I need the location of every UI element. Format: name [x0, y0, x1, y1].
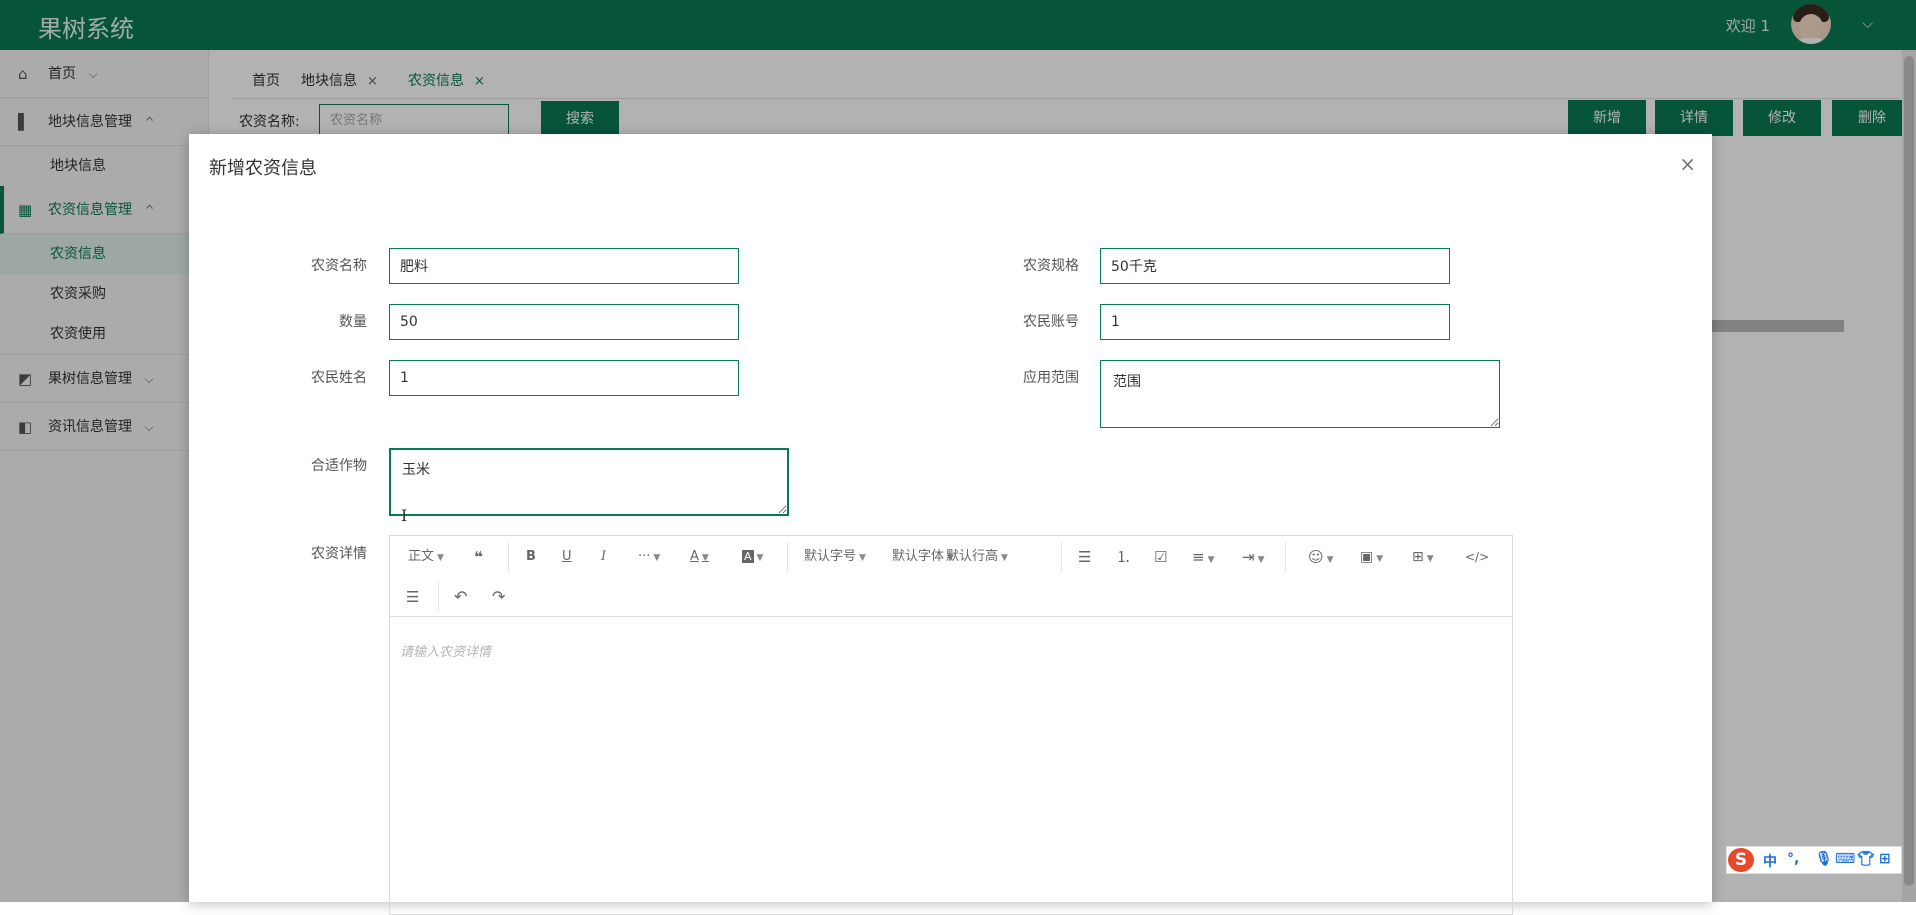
toolbar-separator: [1061, 542, 1062, 572]
numbered-list-icon[interactable]: ⒈: [1116, 542, 1131, 572]
scope-textarea[interactable]: 范围: [1100, 360, 1500, 428]
add-supplies-dialog: 新增农资信息 × 农资名称 农资规格 数量 农民账号 农民姓名 应用范围 范围 …: [189, 134, 1712, 915]
ime-toolbar[interactable]: S 中 °, 🎙︎ ⌨ 👕︎ ⊞: [1726, 846, 1902, 874]
farmer-name-label: 农民姓名: [311, 370, 367, 386]
sogou-logo-icon[interactable]: S: [1728, 848, 1754, 872]
caret-down-icon: ▼: [756, 553, 764, 563]
font-size-dropdown[interactable]: 默认字号 ▼: [804, 542, 866, 572]
farmer-name-input[interactable]: [389, 360, 739, 396]
crops-label: 合适作物: [311, 458, 367, 474]
redo-icon[interactable]: ↷: [492, 582, 505, 612]
code-icon[interactable]: </>: [1465, 542, 1489, 572]
name-label: 农资名称: [311, 258, 367, 274]
quantity-label: 数量: [339, 314, 367, 330]
caret-down-icon: ▼: [701, 553, 709, 563]
crops-textarea[interactable]: 玉米: [389, 448, 789, 516]
indent-dropdown[interactable]: ⇥ ▼: [1242, 542, 1265, 572]
caret-down-icon: ▼: [1207, 555, 1215, 565]
font-family-label: 默认字体: [892, 549, 945, 564]
ime-punctuation-toggle[interactable]: °,: [1787, 851, 1799, 867]
caret-down-icon: ▼: [1001, 553, 1008, 563]
caret-down-icon: ▼: [1326, 555, 1334, 565]
caret-down-icon: ▼: [1376, 554, 1384, 564]
scope-label: 应用范围: [1023, 370, 1079, 386]
spec-label: 农资规格: [1023, 258, 1079, 274]
rich-text-editor: 正文 ▼ ❝ B U I ··· ▼ A ▼ A ▼ 默认字号 ▼ 默认字体 ▼ 默认行高 ▼…: [389, 535, 1513, 915]
ime-language-toggle[interactable]: 中: [1763, 851, 1777, 871]
toolbar-separator: [787, 542, 788, 572]
emoji-dropdown[interactable]: ☺ ▼: [1308, 542, 1334, 572]
paragraph-dropdown[interactable]: 正文 ▼: [408, 542, 444, 572]
keyboard-icon[interactable]: ⌨: [1835, 851, 1855, 867]
bg-color-icon: A: [742, 550, 754, 563]
close-icon[interactable]: ×: [1679, 152, 1696, 176]
line-height-dropdown[interactable]: 默认行高 ▼: [946, 542, 1008, 572]
caret-down-icon: ▼: [1426, 554, 1434, 564]
todo-checkbox-icon[interactable]: ☑: [1154, 542, 1167, 572]
divider-line-icon[interactable]: ☰: [406, 582, 419, 612]
caret-down-icon: ▼: [1257, 555, 1265, 565]
text-color-icon: A: [690, 549, 699, 564]
line-height-label: 默认行高: [946, 549, 999, 564]
detail-label: 农资详情: [311, 546, 367, 562]
toolbar-separator: [1285, 542, 1286, 572]
text-color-dropdown[interactable]: A ▼: [690, 542, 709, 572]
toolbox-grid-icon[interactable]: ⊞: [1879, 851, 1891, 867]
table-dropdown[interactable]: ⊞ ▼: [1412, 542, 1434, 572]
more-icon: ···: [638, 549, 651, 564]
editor-toolbar: 正文 ▼ ❝ B U I ··· ▼ A ▼ A ▼ 默认字号 ▼ 默认字体 ▼ 默认行高 ▼…: [390, 536, 1512, 617]
font-family-dropdown[interactable]: 默认字体 ▼: [892, 542, 954, 572]
text-cursor-icon: I: [401, 506, 408, 525]
toolbar-separator: [438, 582, 439, 612]
indent-icon: ⇥: [1242, 548, 1255, 566]
farmer-account-input[interactable]: [1100, 304, 1450, 340]
align-dropdown[interactable]: ≡ ▼: [1192, 542, 1215, 572]
table-icon: ⊞: [1412, 549, 1424, 565]
skin-shirt-icon[interactable]: 👕︎: [1857, 851, 1875, 867]
more-dropdown[interactable]: ··· ▼: [638, 542, 660, 572]
microphone-icon[interactable]: 🎙︎: [1815, 851, 1833, 867]
caret-down-icon: ▼: [653, 553, 661, 563]
farmer-account-label: 农民账号: [1023, 314, 1079, 330]
editor-placeholder: 请输入农资详情: [400, 645, 492, 660]
italic-icon[interactable]: I: [601, 542, 606, 572]
dialog-title: 新增农资信息: [209, 158, 317, 179]
quantity-input[interactable]: [389, 304, 739, 340]
toolbar-separator: [508, 542, 509, 572]
image-icon: ▣: [1360, 549, 1374, 565]
underline-icon[interactable]: U: [562, 542, 572, 572]
emoji-icon: ☺: [1308, 548, 1324, 566]
paragraph-label: 正文: [408, 549, 435, 564]
caret-down-icon: ▼: [859, 553, 866, 563]
align-left-icon: ≡: [1192, 548, 1205, 566]
undo-icon[interactable]: ↶: [454, 582, 467, 612]
supplies-name-input[interactable]: [389, 248, 739, 284]
blockquote-icon[interactable]: ❝: [474, 542, 483, 572]
bg-color-dropdown[interactable]: A ▼: [742, 542, 763, 572]
bold-icon[interactable]: B: [526, 542, 536, 572]
supplies-spec-input[interactable]: [1100, 248, 1450, 284]
image-dropdown[interactable]: ▣ ▼: [1360, 542, 1383, 572]
caret-down-icon: ▼: [437, 553, 444, 563]
bullet-list-icon[interactable]: ☰: [1078, 542, 1091, 572]
font-size-label: 默认字号: [804, 549, 857, 564]
